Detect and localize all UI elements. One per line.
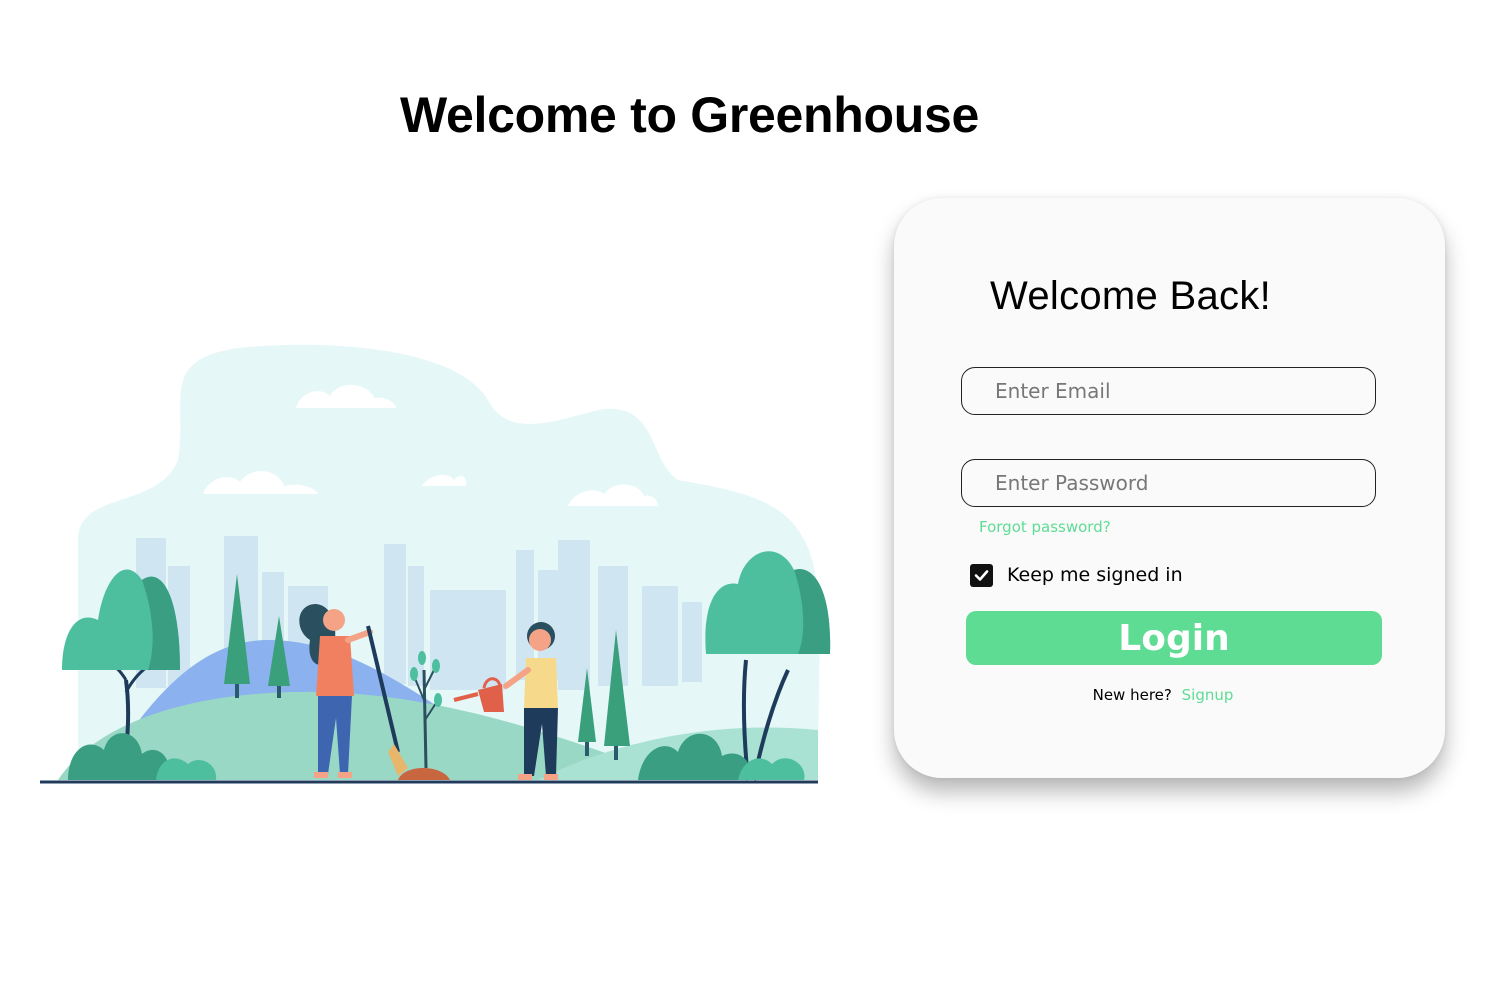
password-input[interactable]	[961, 459, 1376, 507]
gardening-illustration	[40, 344, 831, 784]
keep-signed-in-checkbox[interactable]	[970, 563, 993, 587]
login-button[interactable]: Login	[966, 611, 1382, 665]
login-heading: Welcome Back!	[990, 274, 1272, 318]
forgot-password-link[interactable]: Forgot password?	[979, 518, 1111, 536]
keep-signed-in-row[interactable]: Keep me signed in	[970, 562, 1183, 588]
login-card: Welcome Back! Forgot password? Keep me s…	[894, 198, 1445, 778]
email-input[interactable]	[961, 367, 1376, 415]
signup-row: New here? Signup	[894, 686, 1432, 704]
signup-prompt: New here?	[1092, 686, 1172, 704]
checkmark-icon	[974, 569, 989, 581]
signup-link[interactable]: Signup	[1182, 686, 1234, 704]
page-title: Welcome to Greenhouse	[400, 87, 980, 143]
keep-signed-in-label: Keep me signed in	[1007, 564, 1183, 586]
